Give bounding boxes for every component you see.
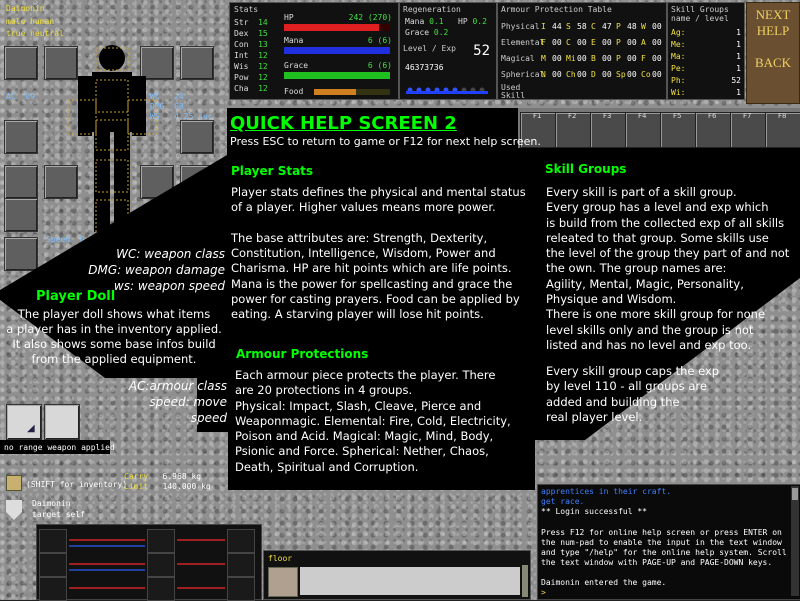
spell-bar-line [69, 569, 145, 571]
chat-line: ** Login successful ** [541, 507, 647, 517]
quickslot-label: F1 [533, 112, 542, 120]
target-name: Daimonin [32, 499, 71, 508]
quickslot-label: F3 [603, 112, 612, 120]
chat-line: the num-pad to enable the input in the t… [541, 537, 782, 547]
skill-groups-title: Skill Groups [545, 162, 627, 176]
quickslot-label: F5 [673, 112, 682, 120]
quickslot-label: F6 [708, 112, 717, 120]
player-doll-text: The player doll shows what items a playe… [6, 307, 222, 366]
skill-groups-text: Every skill is part of a skill group. Ev… [546, 185, 790, 352]
chat-line: apprentices in their craft. [541, 487, 672, 496]
chat-line: Daimonin entered the game. [541, 578, 667, 588]
chat-line: get race. [541, 497, 585, 507]
armour-protections-text: Each armour piece protects the player. T… [235, 368, 511, 474]
chat-scrollbar-thumb[interactable] [792, 488, 798, 500]
quickslot-label: F2 [568, 112, 577, 120]
carry-label: Carry [124, 472, 149, 481]
spell-slot[interactable] [227, 577, 255, 601]
spell-bar-line [69, 587, 145, 589]
limit-value: 140.000 kg [162, 482, 211, 491]
target-text: target self [32, 510, 85, 519]
chat-lines: apprentices in their craft. get race. ** L… [541, 487, 789, 589]
spell-slot[interactable] [39, 577, 67, 601]
chat-line [541, 568, 789, 578]
quickslot-label: F8 [778, 112, 787, 120]
floor-items-area [300, 567, 520, 595]
backpack-icon[interactable] [6, 475, 22, 491]
floor-panel: floor [263, 550, 531, 600]
skill-groups-text-2: Every skill group caps the exp by level … [546, 364, 720, 424]
floor-scrollbar[interactable] [522, 565, 528, 597]
range-text: no range weapon applied [4, 443, 115, 452]
spell-slot[interactable] [147, 553, 175, 577]
floor-item[interactable] [268, 567, 298, 597]
range-slot[interactable]: ◢ [6, 404, 42, 440]
quickslot-f5[interactable]: F5 [660, 112, 696, 148]
spell-bar-line [69, 563, 145, 565]
quickslot-f2[interactable]: F2 [555, 112, 591, 148]
quickslot-f3[interactable]: F3 [590, 112, 626, 148]
spell-slot[interactable] [39, 553, 67, 577]
limit-label: Limit [124, 482, 149, 491]
chat-line: Press F12 for online help screen or pres… [541, 527, 782, 537]
spell-bar-line [177, 539, 225, 541]
armour-legend: AC:armour class speed: move speed [128, 379, 227, 425]
spell-slot[interactable] [227, 553, 255, 577]
quickslot-label: F4 [638, 112, 647, 120]
player-stats-text: Player stats defines the physical and me… [231, 185, 526, 322]
help-title: QUICK HELP SCREEN 2 [230, 113, 457, 134]
player-stats-title: Player Stats [231, 164, 314, 178]
chat-window: apprentices in their craft. get race. ** L… [537, 484, 800, 600]
player-doll-title: Player Doll [36, 289, 116, 304]
chat-prompt[interactable]: > [541, 588, 546, 597]
chat-scrollbar[interactable] [791, 486, 799, 596]
spell-bar-line [177, 587, 225, 589]
spell-slot[interactable] [39, 529, 67, 553]
spell-bar-line [177, 563, 225, 565]
quickslot-f8[interactable]: F8 [765, 112, 800, 148]
spell-bar-line [69, 545, 145, 547]
spell-bar-line [69, 539, 145, 541]
floor-label: floor [268, 554, 293, 563]
chat-line: the text window with PAGE-UP and PAGE-DO… [541, 558, 773, 568]
inventory-hint: (SHIFT for inventory) [26, 480, 128, 489]
help-subtitle: Press ESC to return to game or F12 for n… [230, 135, 541, 148]
spell-slot[interactable] [227, 529, 255, 553]
quickslot-f7[interactable]: F7 [730, 112, 766, 148]
armour-protections-title: Armour Protections [236, 347, 369, 361]
spell-slot[interactable] [147, 529, 175, 553]
carry-value: 6.968 kg [162, 472, 202, 481]
cursor-arrow-icon: ◢ [27, 423, 35, 434]
weapon-legend: WC: weapon class DMG: weapon damage ws: … [88, 247, 225, 293]
spell-bar [36, 524, 262, 601]
chat-line: and type "/help" for the online help sys… [541, 548, 787, 558]
quickslot-f6[interactable]: F6 [695, 112, 731, 148]
range-slot[interactable] [44, 404, 80, 440]
spell-slot[interactable] [147, 577, 175, 601]
chat-line [541, 518, 789, 528]
quickslot-f4[interactable]: F4 [625, 112, 661, 148]
quickslot-label: F7 [743, 112, 752, 120]
